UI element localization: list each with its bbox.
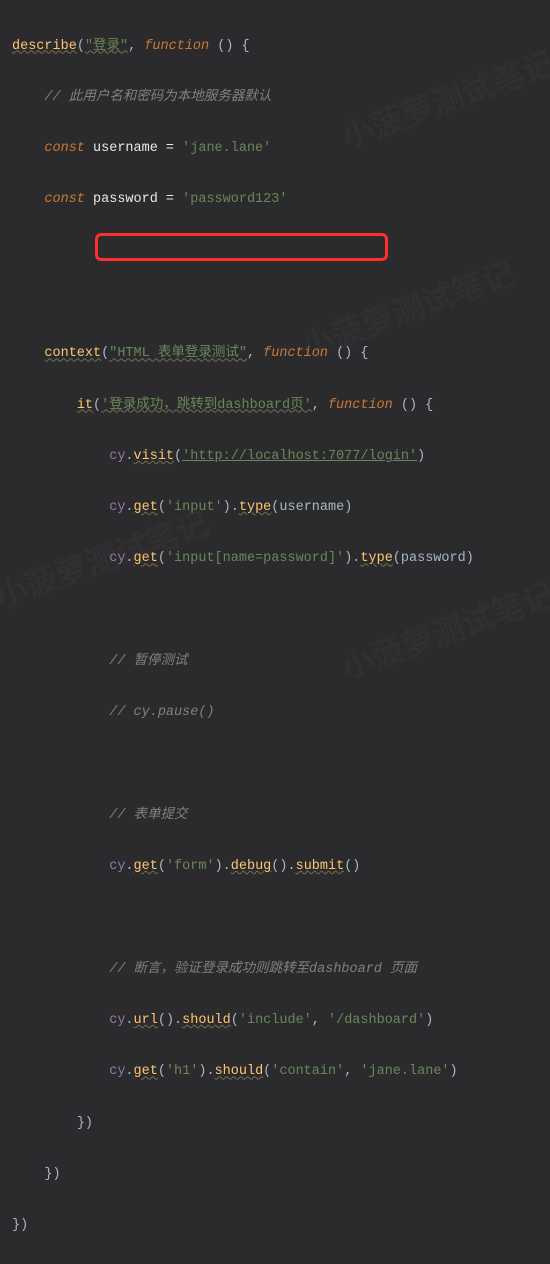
code-line: const username = 'jane.lane'	[12, 136, 538, 162]
blank-line	[12, 752, 538, 778]
fn-describe: describe	[12, 39, 77, 54]
code-line: })	[12, 1162, 538, 1188]
url-link[interactable]: 'http://localhost:7077/login'	[182, 449, 417, 464]
code-line: cy.get('h1').should('contain', 'jane.lan…	[12, 1059, 538, 1085]
code-line: // 暂停测试	[12, 649, 538, 675]
code-line: cy.get('input[name=password]').type(pass…	[12, 546, 538, 572]
blank-line	[12, 905, 538, 931]
code-line: cy.visit('http://localhost:7077/login')	[12, 444, 538, 470]
code-line: // 表单提交	[12, 803, 538, 829]
code-line: context("HTML 表单登录测试", function () {	[12, 341, 538, 367]
code-line: describe("登录", function () {	[12, 34, 538, 60]
str-title: "登录"	[85, 39, 128, 54]
code-line: })	[12, 1213, 538, 1239]
code-line: // 断言，验证登录成功则跳转至dashboard 页面	[12, 957, 538, 983]
blank-line	[12, 598, 538, 624]
code-line: // 此用户名和密码为本地服务器默认	[12, 85, 538, 111]
blank-line	[12, 239, 538, 265]
code-line: cy.get('form').debug().submit()	[12, 854, 538, 880]
code-line: it('登录成功，跳转到dashboard页', function () {	[12, 393, 538, 419]
highlighted-line: cy.get('input').type(username)	[12, 495, 538, 521]
code-line: const password = 'password123'	[12, 187, 538, 213]
code-line: // cy.pause()	[12, 700, 538, 726]
code-line: cy.url().should('include', '/dashboard')	[12, 1008, 538, 1034]
code-line: })	[12, 1111, 538, 1137]
code-editor: describe("登录", function () { // 此用户名和密码为…	[12, 8, 538, 1264]
blank-line	[12, 290, 538, 316]
